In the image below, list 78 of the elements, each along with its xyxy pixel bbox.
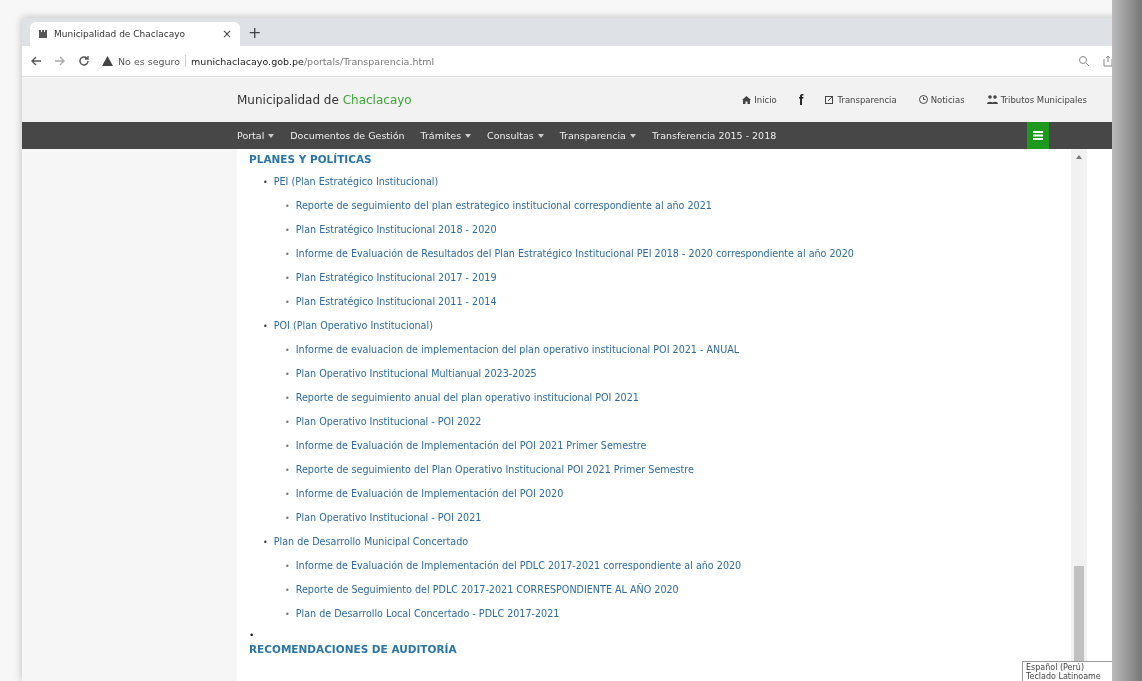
section-heading: PLANES Y POLÍTICAS <box>249 153 373 165</box>
bullet: • <box>285 585 290 595</box>
document-link[interactable]: Plan Operativo Institucional - POI 2022 <box>295 415 482 429</box>
url-text: munichaclacayo.gob.pe/portals/Transparencia.html <box>191 55 435 67</box>
bullet: • <box>285 249 290 259</box>
nav-menu-item[interactable]: Documentos de Gestión <box>290 130 405 141</box>
header-link[interactable]: Noticias <box>918 94 965 105</box>
nav-menu-item[interactable]: Transparencia <box>559 130 636 141</box>
category-link[interactable]: Plan de Desarrollo Municipal Concertado <box>273 535 469 549</box>
caret-icon <box>268 133 275 138</box>
nav-menu-item[interactable]: Transferencia 2015 - 2018 <box>651 130 777 141</box>
document-link[interactable]: Reporte de seguimiento anual del plan operativo institucional POI 2021 <box>295 391 639 405</box>
document-link[interactable]: Reporte de seguimiento del plan estrategico institucional correspondiente al año 2021 <box>295 199 712 213</box>
castle-icon <box>38 29 48 39</box>
document-link[interactable]: Plan Estratégico Institucional 2017 - 2019 <box>295 271 497 285</box>
clock-icon <box>918 95 928 104</box>
menu-button[interactable] <box>1027 122 1049 149</box>
site-brand[interactable]: Municipalidad de Chaclacayo <box>227 92 412 107</box>
document-link[interactable]: Reporte de seguimiento del Plan Operativo Institucional POI 2021 Primer Semestre <box>295 463 694 477</box>
bullet: • <box>285 345 290 355</box>
document-link[interactable]: Informe de evaluacion de implementacion del plan operativo institucional POI 2021 - ANUAL <box>295 343 740 357</box>
caret-icon <box>537 133 544 138</box>
section-heading: RECOMENDACIONES DE AUDITORÍA <box>249 643 458 655</box>
bullet: • <box>263 321 268 331</box>
reload-icon[interactable] <box>78 55 90 67</box>
document-link[interactable]: Informe de Evaluación de Resultados del Plan Estratégico Institucional PEI 2018 - 2020 correspondiente al año 2020 <box>295 247 854 261</box>
nav-menu-item[interactable]: Consultas <box>487 130 544 141</box>
bullet: • <box>285 489 290 499</box>
caret-icon <box>465 133 472 138</box>
forward-icon[interactable] <box>54 55 66 67</box>
bullet: • <box>285 201 290 211</box>
back-icon[interactable] <box>30 55 42 67</box>
menu-icon <box>1033 131 1043 140</box>
people-icon <box>986 95 998 104</box>
document-link[interactable]: Plan Estratégico Institucional 2011 - 2014 <box>295 295 497 309</box>
security-label: No es seguro <box>118 55 181 67</box>
bullet: • <box>285 417 290 427</box>
tab-title: Municipalidad de Chaclacayo <box>54 29 187 39</box>
header-link[interactable]: Transparencia <box>825 94 897 105</box>
document-link[interactable]: Plan Operativo Institucional Multianual 2023-2025 <box>295 367 537 381</box>
document-link[interactable]: Plan Estratégico Institucional 2018 - 2020 <box>295 223 497 237</box>
bullet: • <box>285 609 290 619</box>
bullet: • <box>285 441 290 451</box>
warning-icon <box>102 56 113 66</box>
bullet: • <box>249 631 256 639</box>
caret-icon <box>629 133 636 138</box>
bullet: • <box>285 225 290 235</box>
document-link[interactable]: Plan de Desarrollo Local Concertado - PDLC 2017-2021 <box>295 607 560 621</box>
edit-icon <box>825 95 835 104</box>
document-link[interactable]: Plan Operativo Institucional - POI 2021 <box>295 511 482 525</box>
bullet: • <box>285 369 290 379</box>
bullet: • <box>285 513 290 523</box>
bullet: • <box>285 297 290 307</box>
scroll-up-icon[interactable] <box>1076 155 1082 159</box>
document-link[interactable]: Reporte de Seguimiento del PDLC 2017-2021 CORRESPONDIENTE AL AÑO 2020 <box>295 583 679 597</box>
header-link[interactable]: Inicio <box>742 94 777 105</box>
header-link[interactable]: Tributos Municipales <box>986 94 1087 105</box>
category-link[interactable]: POI (Plan Operativo Institucional) <box>273 319 433 333</box>
address-bar[interactable]: No es seguro munichaclacayo.gob.pe/portals/Transparencia.html <box>102 55 1066 67</box>
facebook-link[interactable]: f <box>798 91 804 108</box>
document-link[interactable]: Informe de Evaluación de Implementación del POI 2020 <box>295 487 564 501</box>
document-link[interactable]: Informe de Evaluación de Implementación del PDLC 2017-2021 correspondiente al año 2020 <box>295 559 742 573</box>
close-tab-button[interactable]: × <box>221 27 232 41</box>
browser-tab[interactable]: Municipalidad de Chaclacayo × <box>30 22 240 46</box>
bullet: • <box>285 393 290 403</box>
nav-menu-item[interactable]: Portal <box>237 130 275 141</box>
bullet: • <box>263 177 268 187</box>
bullet: • <box>285 273 290 283</box>
bullet: • <box>285 561 290 571</box>
category-link[interactable]: PEI (Plan Estratégico Institucional) <box>273 175 439 189</box>
zoom-icon[interactable] <box>1078 55 1090 67</box>
bullet: • <box>285 465 290 475</box>
share-icon[interactable] <box>1102 55 1114 67</box>
nav-menu-item[interactable]: Trámites <box>420 130 472 141</box>
home-icon <box>742 95 752 104</box>
document-link[interactable]: Informe de Evaluación de Implementación del POI 2021 Primer Semestre <box>295 439 647 453</box>
new-tab-button[interactable]: + <box>248 22 262 42</box>
bullet: • <box>263 537 268 547</box>
